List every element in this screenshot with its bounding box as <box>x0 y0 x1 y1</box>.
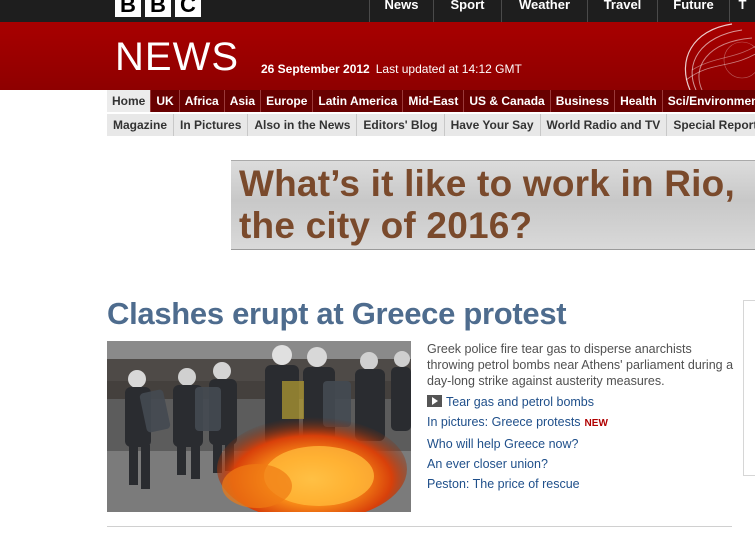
dateline: 26 September 2012 Last updated at 14:12 G… <box>261 62 522 76</box>
related-link[interactable]: Peston: The price of rescue <box>427 474 608 494</box>
global-nav-sport[interactable]: Sport <box>433 0 501 22</box>
related-link-text: Tear gas and petrol bombs <box>446 395 595 409</box>
nav-us-canada[interactable]: US & Canada <box>464 90 551 112</box>
ad-line-2: the city of 2016? <box>239 205 533 246</box>
nav-europe[interactable]: Europe <box>261 90 314 112</box>
global-nav-travel[interactable]: Travel <box>587 0 657 22</box>
sidebar-panel-edge <box>743 300 755 476</box>
nav-asia[interactable]: Asia <box>225 90 262 112</box>
new-badge: NEW <box>584 418 608 429</box>
related-link-text: Peston: The price of rescue <box>427 477 580 491</box>
nav-latin-america[interactable]: Latin America <box>313 90 404 112</box>
subnav-also-in-the-news[interactable]: Also in the News <box>248 114 358 136</box>
nav-home[interactable]: Home <box>107 90 152 112</box>
nav-health[interactable]: Health <box>615 90 663 112</box>
related-link[interactable]: Tear gas and petrol bombs <box>427 392 608 412</box>
masthead-date: 26 September 2012 <box>261 62 370 76</box>
subnav-magazine[interactable]: Magazine <box>107 114 175 136</box>
last-updated: Last updated at 14:12 GMT <box>375 62 522 76</box>
global-nav-weather[interactable]: Weather <box>501 0 587 22</box>
related-link[interactable]: In pictures: Greece protests NEW <box>427 412 608 434</box>
related-links: Tear gas and petrol bombs In pictures: G… <box>427 392 608 494</box>
section-divider <box>107 526 732 527</box>
news-wordmark[interactable]: NEWS <box>115 35 239 80</box>
ad-line-1: What’s it like to work in Rio, <box>239 163 735 204</box>
subnav-world-radio-tv[interactable]: World Radio and TV <box>541 114 668 136</box>
global-nav: News Sport Weather Travel Future T <box>369 0 755 22</box>
global-topbar: B B C News Sport Weather Travel Future T <box>0 0 755 22</box>
bbc-logo[interactable]: B B C <box>115 0 201 17</box>
global-nav-future[interactable]: Future <box>657 0 729 22</box>
related-link-text: An ever closer union? <box>427 457 548 471</box>
related-link-text: In pictures: Greece protests <box>427 415 581 429</box>
nav-uk[interactable]: UK <box>151 90 180 112</box>
subnav-in-pictures[interactable]: In Pictures <box>174 114 249 136</box>
related-link-text: Who will help Greece now? <box>427 437 579 451</box>
subnav-special-reports[interactable]: Special Reports <box>667 114 755 136</box>
secondary-nav: Magazine In Pictures Also in the News Ed… <box>107 114 755 136</box>
bbc-logo-letter: C <box>175 0 201 17</box>
primary-nav: Home UK Africa Asia Europe Latin America… <box>0 90 755 112</box>
news-masthead: NEWS 26 September 2012 Last updated at 14… <box>0 22 755 90</box>
top-story-headline[interactable]: Clashes erupt at Greece protest <box>107 296 567 332</box>
subnav-have-your-say[interactable]: Have Your Say <box>445 114 541 136</box>
bbc-logo-letter: B <box>115 0 141 17</box>
banner-ad[interactable]: What’s it like to work in Rio, the city … <box>231 160 755 250</box>
global-nav-news[interactable]: News <box>369 0 433 22</box>
nav-sci-environment[interactable]: Sci/Environment <box>663 90 755 112</box>
masthead-swirl-graphic <box>684 23 755 90</box>
nav-africa[interactable]: Africa <box>180 90 225 112</box>
related-link[interactable]: Who will help Greece now? <box>427 434 608 454</box>
subnav-editors-blog[interactable]: Editors' Blog <box>357 114 445 136</box>
nav-business[interactable]: Business <box>551 90 616 112</box>
riot-police-fire-image <box>107 341 411 512</box>
top-story-photo[interactable] <box>107 341 411 512</box>
bbc-logo-letter: B <box>145 0 171 17</box>
ad-text: What’s it like to work in Rio, the city … <box>239 163 735 247</box>
related-link[interactable]: An ever closer union? <box>427 454 608 474</box>
nav-mid-east[interactable]: Mid-East <box>403 90 465 112</box>
top-story-summary: Greek police fire tear gas to disperse a… <box>427 342 734 388</box>
video-play-icon <box>427 395 442 407</box>
global-nav-more[interactable]: T <box>729 0 755 22</box>
